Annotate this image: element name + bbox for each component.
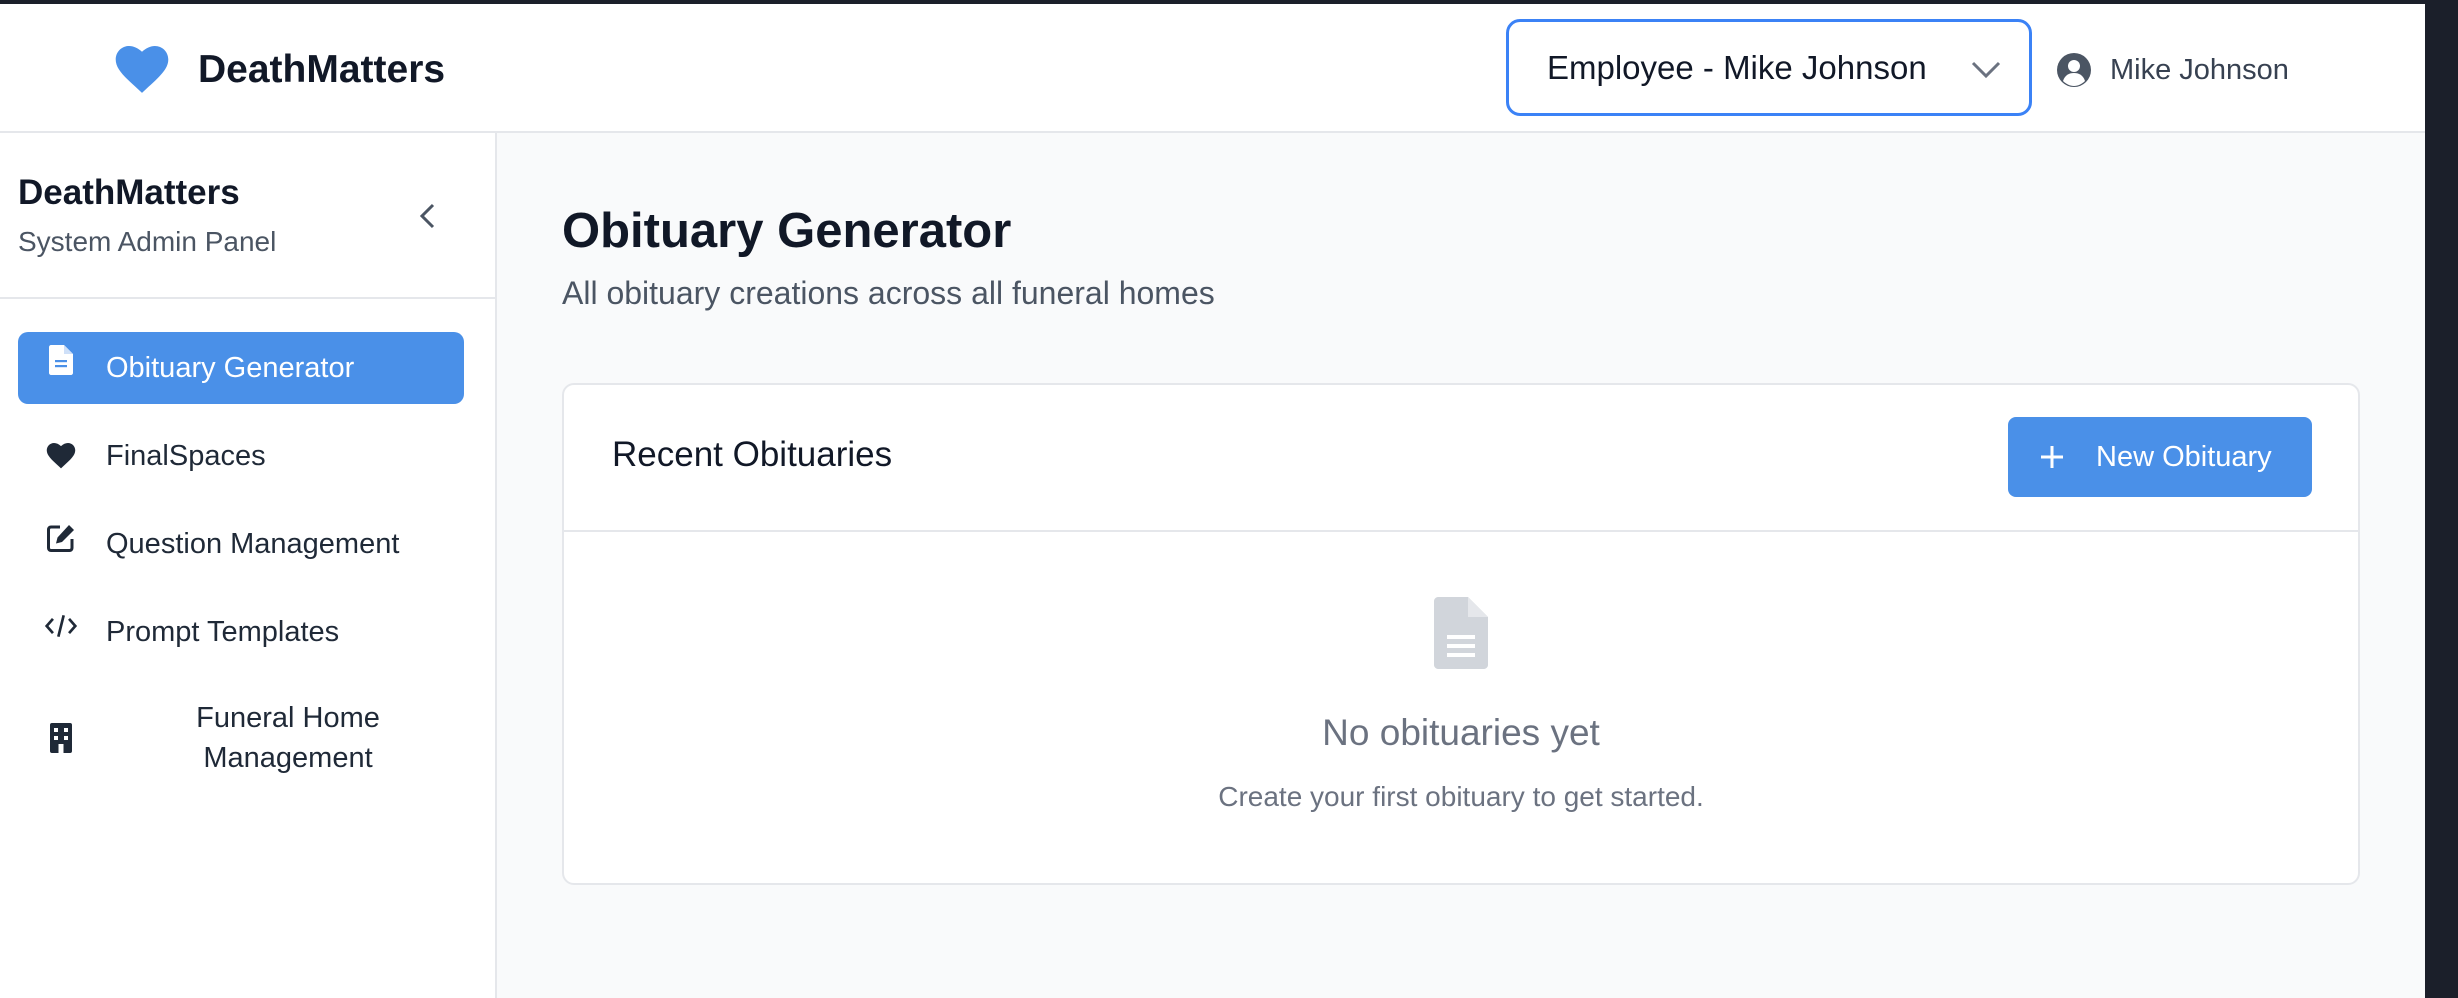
sidebar-item-label: FinalSpaces [106,439,266,472]
app-window: DeathMatters Employee - Mike Johnson Mik… [0,4,2425,998]
user-circle-icon[interactable] [2056,52,2092,88]
card-title: Recent Obituaries [612,435,893,474]
sidebar-subtitle: System Admin Panel [18,226,277,257]
sidebar-item-prompt-templates[interactable]: Prompt Templates [18,596,464,668]
brand-name: DeathMatters [198,48,446,91]
sidebar-item-funeral-home-management[interactable]: Funeral Home Management [18,688,464,788]
user-name[interactable]: Mike Johnson [2110,50,2289,90]
main-content: Obituary Generator All obituary creation… [497,133,2425,998]
heart-icon [115,46,169,93]
chevron-left-icon[interactable] [410,198,446,234]
new-obituary-button[interactable]: New Obituary [2008,417,2312,497]
page-subtitle: All obituary creations across all funera… [562,275,1215,311]
role-select[interactable]: Employee - Mike Johnson [1506,19,2032,116]
sidebar: DeathMatters System Admin Panel Obituary… [0,133,497,998]
plus-icon [2041,446,2063,468]
new-obituary-label: New Obituary [2096,440,2272,473]
heart-icon [44,439,78,473]
recent-obituaries-card: Recent Obituaries New Obituary No obitua… [562,383,2360,885]
sidebar-item-question-management[interactable]: Question Management [18,508,464,580]
empty-state-subtitle: Create your first obituary to get starte… [1218,781,1704,812]
sidebar-item-label: Obituary Generator [106,351,355,384]
document-icon [1434,597,1488,669]
sidebar-item-label: Question Management [106,527,400,560]
top-bar: DeathMatters Employee - Mike Johnson Mik… [0,4,2425,133]
sidebar-item-label: Prompt Templates [106,615,340,648]
sidebar-header: DeathMatters System Admin Panel [0,133,495,299]
edit-icon [44,521,78,555]
chevron-down-icon [1971,61,2001,79]
empty-state-title: No obituaries yet [1322,712,1600,753]
code-icon [44,609,78,643]
sidebar-item-obituary-generator[interactable]: Obituary Generator [18,332,464,404]
sidebar-item-finalspaces[interactable]: FinalSpaces [18,420,464,492]
document-icon [44,343,78,377]
page-title: Obituary Generator [562,204,1012,258]
sidebar-title: DeathMatters [18,173,240,212]
card-header: Recent Obituaries New Obituary [564,385,2358,532]
building-icon [44,721,78,755]
role-select-value: Employee - Mike Johnson [1547,48,1927,86]
sidebar-item-label: Funeral Home Management [196,702,380,774]
